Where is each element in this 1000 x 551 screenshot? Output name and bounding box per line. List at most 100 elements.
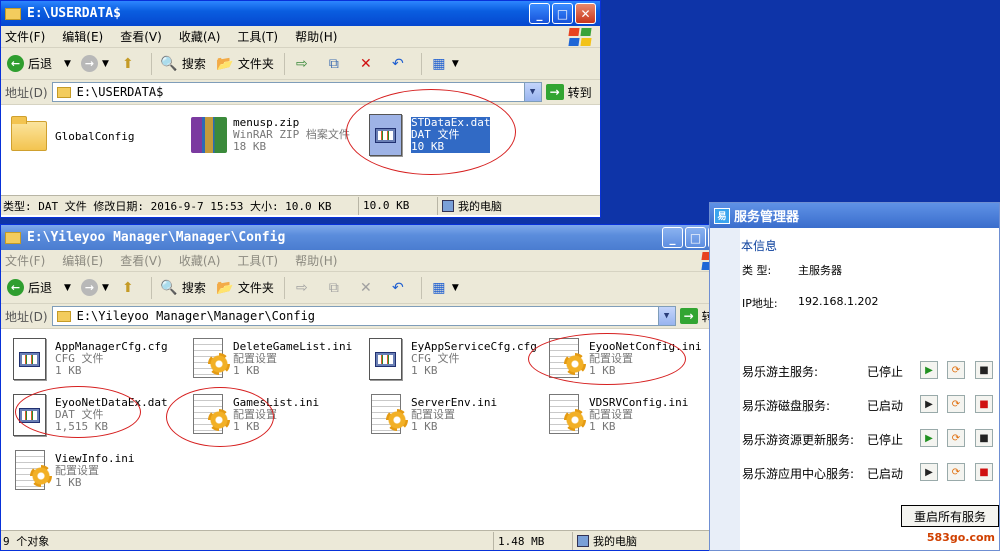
start-button[interactable]: ▶	[920, 361, 938, 379]
toolbar: ← 后退 ▼ → ▼ ⬆ 🔍 搜索 📂 文件夹 ⇨ ⧉ ✕ ↶ ▦ ▼	[1, 272, 737, 304]
service-status: 已启动	[867, 467, 904, 481]
copy-to-button[interactable]: ⧉	[325, 55, 347, 73]
undo-button[interactable]: ↶	[389, 279, 411, 297]
start-button[interactable]: ▶	[920, 463, 938, 481]
window-title: 服务管理器	[734, 210, 800, 225]
my-computer-icon	[442, 199, 454, 212]
back-button[interactable]: ← 后退 ▼	[7, 55, 71, 72]
back-label: 后退	[28, 57, 53, 71]
menu-favorites[interactable]: 收藏(A)	[179, 252, 221, 269]
search-button[interactable]: 🔍 搜索	[160, 55, 206, 73]
service-status: 已停止	[867, 433, 904, 447]
menu-view[interactable]: 查看(V)	[120, 252, 162, 269]
folders-button[interactable]: 📂 文件夹	[216, 279, 274, 297]
title-bar[interactable]: E:\Yileyoo Manager\Manager\Config _ □ ✕	[1, 225, 737, 250]
folders-button[interactable]: 📂 文件夹	[216, 55, 274, 73]
file-name: GlobalConfig	[55, 130, 135, 143]
windows-logo-icon	[568, 27, 594, 47]
undo-icon: ↶	[392, 55, 404, 72]
delete-button[interactable]: ✕	[357, 55, 379, 73]
file-list: AppManagerCfg.cfg CFG 文件 1 KB DeleteGameLi…	[1, 329, 737, 529]
menu-favorites[interactable]: 收藏(A)	[179, 28, 221, 45]
minimize-button[interactable]: _	[529, 3, 550, 24]
menu-help[interactable]: 帮助(H)	[295, 28, 337, 45]
go-button[interactable]: →转到	[545, 84, 592, 101]
file-item[interactable]: GlobalConfig	[9, 113, 134, 157]
restart-all-button[interactable]: 重启所有服务	[901, 505, 999, 527]
service-status: 已启动	[867, 399, 904, 413]
file-item[interactable]: EyAppServiceCfg.cfg CFG 文件 1 KB	[365, 337, 537, 381]
service-row-update: 易乐游资源更新服务: 已停止 ▶ ⟳ ■	[742, 429, 1000, 449]
service-row-disk: 易乐游磁盘服务: 已启动 ▶ ⟳ ■	[742, 395, 1000, 415]
file-item[interactable]: VDSRVConfig.ini 配置设置 1 KB	[543, 393, 688, 437]
file-size: 1 KB	[55, 476, 82, 489]
forward-arrow-icon: →	[80, 279, 98, 296]
maximize-button[interactable]: □	[552, 3, 573, 24]
stop-button[interactable]: ■	[975, 361, 993, 379]
delete-icon: ✕	[360, 55, 372, 72]
menu-view[interactable]: 查看(V)	[120, 28, 162, 45]
move-to-button[interactable]: ⇨	[293, 55, 315, 73]
address-path: E:\Yileyoo Manager\Manager\Config	[76, 309, 316, 323]
server-type-value: 主服务器	[798, 264, 842, 277]
file-item[interactable]: GamesList.ini 配置设置 1 KB	[187, 393, 319, 437]
restart-button[interactable]: ⟳	[947, 463, 965, 481]
address-dropdown-icon[interactable]: ▼	[657, 307, 675, 325]
title-bar[interactable]: 易 服务管理器	[710, 203, 999, 228]
address-dropdown-icon[interactable]: ▼	[523, 83, 541, 101]
toolbar-separator	[283, 276, 285, 299]
start-button[interactable]: ▶	[920, 395, 938, 413]
close-button[interactable]: ✕	[575, 3, 596, 24]
up-folder-button[interactable]: ⬆	[119, 55, 141, 73]
views-button[interactable]: ▦ ▼	[430, 279, 459, 297]
views-button[interactable]: ▦ ▼	[430, 55, 459, 73]
copy-to-icon: ⧉	[328, 55, 339, 72]
file-item[interactable]: AppManagerCfg.cfg CFG 文件 1 KB	[9, 337, 168, 381]
restart-button[interactable]: ⟳	[947, 429, 965, 447]
toolbar-separator	[150, 276, 152, 299]
go-label: 转到	[567, 85, 592, 100]
file-size: 1 KB	[589, 364, 616, 377]
back-arrow-icon: ←	[7, 279, 24, 296]
up-folder-button[interactable]: ⬆	[119, 279, 141, 297]
menu-bar: 文件(F) 编辑(E) 查看(V) 收藏(A) 工具(T) 帮助(H)	[1, 250, 737, 272]
file-item[interactable]: ServerEnv.ini 配置设置 1 KB	[365, 393, 497, 437]
title-bar[interactable]: E:\USERDATA$ _ □ ✕	[1, 1, 600, 26]
menu-edit[interactable]: 编辑(E)	[62, 252, 103, 269]
address-input[interactable]: E:\Yileyoo Manager\Manager\Config ▼	[51, 306, 676, 326]
minimize-button[interactable]: _	[662, 227, 683, 248]
stop-button[interactable]: ■	[975, 429, 993, 447]
up-folder-icon: ⬆	[121, 279, 134, 296]
menu-help[interactable]: 帮助(H)	[295, 252, 337, 269]
file-item[interactable]: EyooNetConfig.ini 配置设置 1 KB	[543, 337, 702, 381]
restart-button[interactable]: ⟳	[947, 361, 965, 379]
menu-edit[interactable]: 编辑(E)	[62, 28, 103, 45]
file-item[interactable]: DeleteGameList.ini 配置设置 1 KB	[187, 337, 352, 381]
forward-button[interactable]: → ▼	[80, 279, 109, 296]
stop-button[interactable]: ■	[975, 463, 993, 481]
start-button[interactable]: ▶	[920, 429, 938, 447]
back-button[interactable]: ← 后退 ▼	[7, 279, 71, 296]
restart-button[interactable]: ⟳	[947, 395, 965, 413]
stop-button[interactable]: ■	[975, 395, 993, 413]
move-to-button[interactable]: ⇨	[293, 279, 315, 297]
maximize-button[interactable]: □	[685, 227, 706, 248]
undo-button[interactable]: ↶	[389, 55, 411, 73]
menu-tools[interactable]: 工具(T)	[237, 252, 278, 269]
file-item[interactable]: EyooNetDataEx.dat DAT 文件 1,515 KB	[9, 393, 168, 437]
file-size: 18 KB	[233, 140, 267, 153]
file-item[interactable]: STDataEx.dat DAT 文件 10 KB	[365, 113, 491, 157]
menu-file[interactable]: 文件(F)	[5, 252, 45, 269]
search-button[interactable]: 🔍 搜索	[160, 279, 206, 297]
ini-file-icon	[187, 393, 230, 437]
file-size: 1,515 KB	[55, 420, 108, 433]
file-item[interactable]: ViewInfo.ini 配置设置 1 KB	[9, 449, 134, 493]
go-arrow-icon: →	[679, 308, 698, 324]
forward-button[interactable]: → ▼	[80, 55, 109, 72]
menu-tools[interactable]: 工具(T)	[237, 28, 278, 45]
copy-to-button[interactable]: ⧉	[325, 279, 347, 297]
address-input[interactable]: E:\USERDATA$ ▼	[51, 82, 542, 102]
menu-file[interactable]: 文件(F)	[5, 28, 45, 45]
file-item[interactable]: menusp.zip WinRAR ZIP 档案文件 18 KB	[187, 113, 350, 157]
delete-button[interactable]: ✕	[357, 279, 379, 297]
